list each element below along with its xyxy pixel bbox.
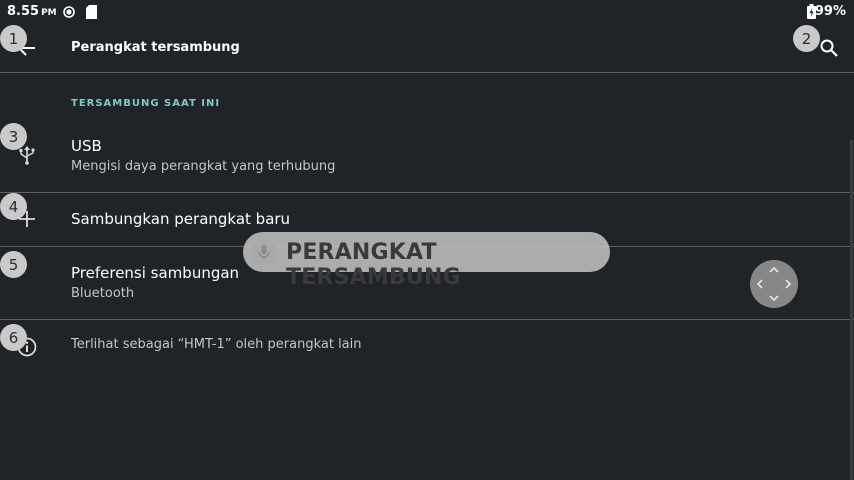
status-time-value: 8.55 bbox=[7, 4, 40, 19]
usb-item-title: USB bbox=[71, 137, 102, 155]
toolbar: Perangkat tersambung bbox=[0, 24, 854, 72]
status-bar: 8.55 PM 99% bbox=[0, 0, 854, 24]
navigation-control[interactable] bbox=[750, 260, 798, 308]
pair-new-device-title: Sambungkan perangkat baru bbox=[71, 210, 291, 228]
page-title: Perangkat tersambung bbox=[71, 40, 240, 55]
battery-percent: 99% bbox=[814, 4, 846, 19]
status-time: 8.55 PM bbox=[7, 4, 57, 19]
usb-item-subtitle: Mengisi daya perangkat yang terhubung bbox=[71, 159, 336, 174]
number-badge: 1 bbox=[0, 25, 27, 52]
number-badge: 5 bbox=[0, 251, 27, 278]
microphone-icon bbox=[251, 239, 277, 265]
location-target-icon bbox=[63, 6, 75, 18]
number-badge: 2 bbox=[793, 25, 820, 52]
device-visibility-info: Terlihat sebagai “HMT-1” oleh perangkat … bbox=[0, 320, 854, 372]
status-ampm: PM bbox=[41, 8, 57, 18]
connection-preferences-title: Preferensi sambungan bbox=[71, 264, 240, 282]
toolbar-divider bbox=[0, 72, 854, 73]
sd-card-icon bbox=[86, 5, 97, 19]
number-badge: 6 bbox=[0, 324, 27, 351]
voice-command-overlay: PERANGKAT TERSAMBUNG bbox=[243, 232, 610, 290]
dpad-arrows-icon bbox=[756, 266, 792, 302]
connection-preferences-subtitle: Bluetooth bbox=[71, 286, 135, 301]
number-badge: 4 bbox=[0, 193, 27, 220]
section-header: TERSAMBUNG SAAT INI bbox=[71, 98, 221, 109]
usb-item[interactable]: USB Mengisi daya perangkat yang terhubun… bbox=[0, 128, 854, 192]
voice-command-text: PERANGKAT TERSAMBUNG bbox=[286, 240, 461, 290]
number-badge: 3 bbox=[0, 123, 27, 150]
device-visibility-text: Terlihat sebagai “HMT-1” oleh perangkat … bbox=[71, 337, 362, 352]
scrollbar[interactable] bbox=[850, 140, 853, 480]
